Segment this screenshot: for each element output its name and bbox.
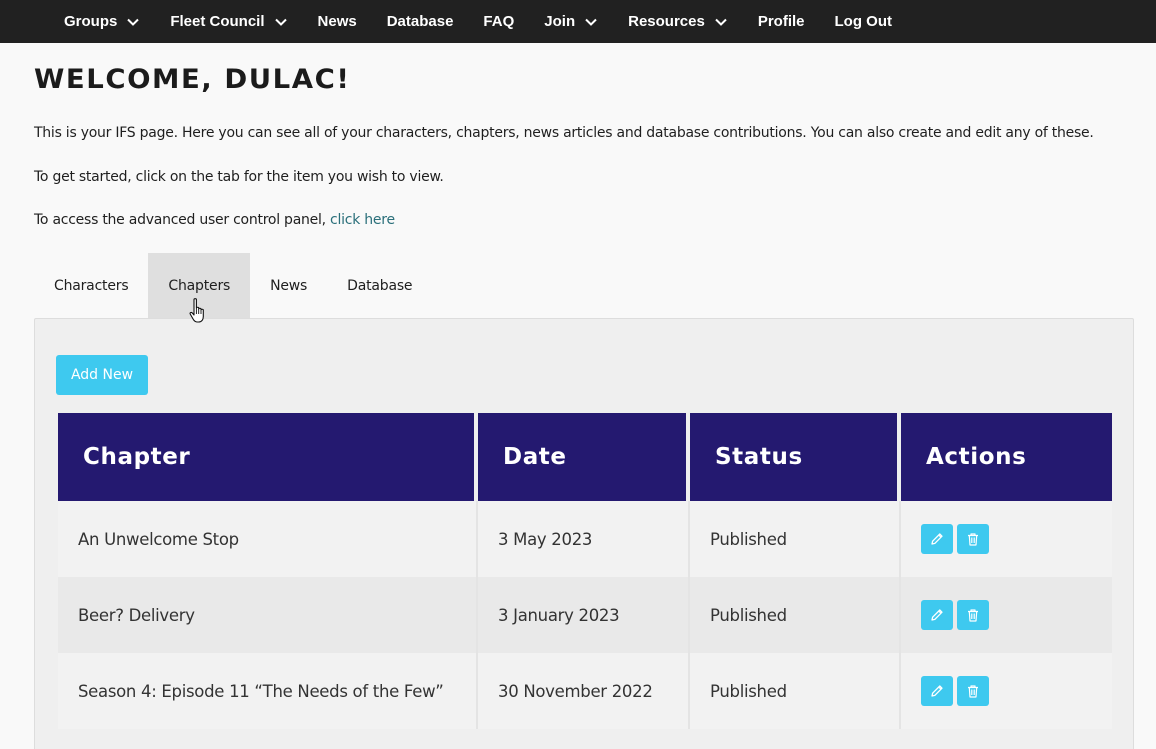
column-header-status: Status (690, 413, 901, 501)
trash-icon (965, 607, 981, 623)
control-panel-prefix: To access the advanced user control pane… (34, 212, 331, 228)
table-row: Beer? Delivery 3 January 2023 Published (58, 577, 1112, 653)
nav-log-out-label: Log Out (834, 13, 892, 30)
delete-button[interactable] (957, 600, 989, 630)
nav-news-label: News (317, 13, 357, 30)
intro-text: This is your IFS page. Here you can see … (34, 125, 1094, 141)
table-row: Season 4: Episode 11 “The Needs of the F… (58, 653, 1112, 729)
pencil-icon (929, 531, 945, 547)
edit-button[interactable] (921, 600, 953, 630)
nav-resources[interactable]: Resources (628, 13, 728, 30)
nav-profile-label: Profile (757, 13, 805, 30)
column-header-date: Date (478, 413, 690, 501)
tab-news[interactable]: News (250, 253, 327, 319)
date-cell: 3 January 2023 (478, 577, 690, 653)
top-nav: Groups Fleet Council News Database FAQ J… (0, 0, 1156, 43)
table-row: An Unwelcome Stop 3 May 2023 Published (58, 501, 1112, 577)
chapters-table: Chapter Date Status Actions An Unwelcome… (58, 413, 1112, 729)
trash-icon (965, 531, 981, 547)
nav-groups[interactable]: Groups (64, 13, 140, 30)
nav-groups-label: Groups (64, 13, 118, 30)
chevron-down-icon (274, 15, 288, 29)
chevron-down-icon (714, 15, 728, 29)
instructions-text: To get started, click on the tab for the… (34, 169, 444, 185)
nav-log-out[interactable]: Log Out (835, 13, 892, 30)
tab-bar: Characters Chapters News Database (34, 253, 432, 319)
chapter-cell: Season 4: Episode 11 “The Needs of the F… (58, 653, 478, 729)
nav-news[interactable]: News (318, 13, 357, 30)
status-cell: Published (690, 501, 901, 577)
trash-icon (965, 683, 981, 699)
chevron-down-icon (126, 15, 140, 29)
edit-button[interactable] (921, 524, 953, 554)
pencil-icon (929, 607, 945, 623)
actions-cell (901, 653, 1112, 729)
date-cell: 30 November 2022 (478, 653, 690, 729)
page-title: WELCOME, DULAC! (34, 64, 351, 95)
edit-button[interactable] (921, 676, 953, 706)
status-cell: Published (690, 653, 901, 729)
table-header: Chapter Date Status Actions (58, 413, 1112, 501)
nav-fleet-council-label: Fleet Council (170, 13, 265, 30)
nav-faq[interactable]: FAQ (483, 13, 514, 30)
date-cell: 3 May 2023 (478, 501, 690, 577)
control-panel-link[interactable]: click here (330, 212, 395, 228)
control-panel-text: To access the advanced user control pane… (34, 212, 395, 228)
chevron-down-icon (584, 15, 598, 29)
add-new-button[interactable]: Add New (56, 355, 148, 395)
tab-database[interactable]: Database (327, 253, 432, 319)
nav-resources-label: Resources (628, 13, 705, 30)
status-cell: Published (690, 577, 901, 653)
hand-pointer-icon (188, 297, 208, 325)
column-header-actions: Actions (901, 413, 1112, 501)
chapter-cell: An Unwelcome Stop (58, 501, 478, 577)
delete-button[interactable] (957, 524, 989, 554)
tab-characters[interactable]: Characters (34, 253, 148, 319)
nav-database-label: Database (386, 13, 454, 30)
column-header-chapter: Chapter (58, 413, 478, 501)
nav-profile[interactable]: Profile (758, 13, 805, 30)
nav-join-label: Join (544, 13, 576, 30)
nav-join[interactable]: Join (544, 13, 598, 30)
nav-fleet-council[interactable]: Fleet Council (170, 13, 287, 30)
chapter-cell: Beer? Delivery (58, 577, 478, 653)
actions-cell (901, 501, 1112, 577)
delete-button[interactable] (957, 676, 989, 706)
nav-database[interactable]: Database (387, 13, 454, 30)
chapters-panel: Add New Chapter Date Status Actions An U… (34, 318, 1134, 749)
actions-cell (901, 577, 1112, 653)
pencil-icon (929, 683, 945, 699)
nav-faq-label: FAQ (483, 13, 515, 30)
